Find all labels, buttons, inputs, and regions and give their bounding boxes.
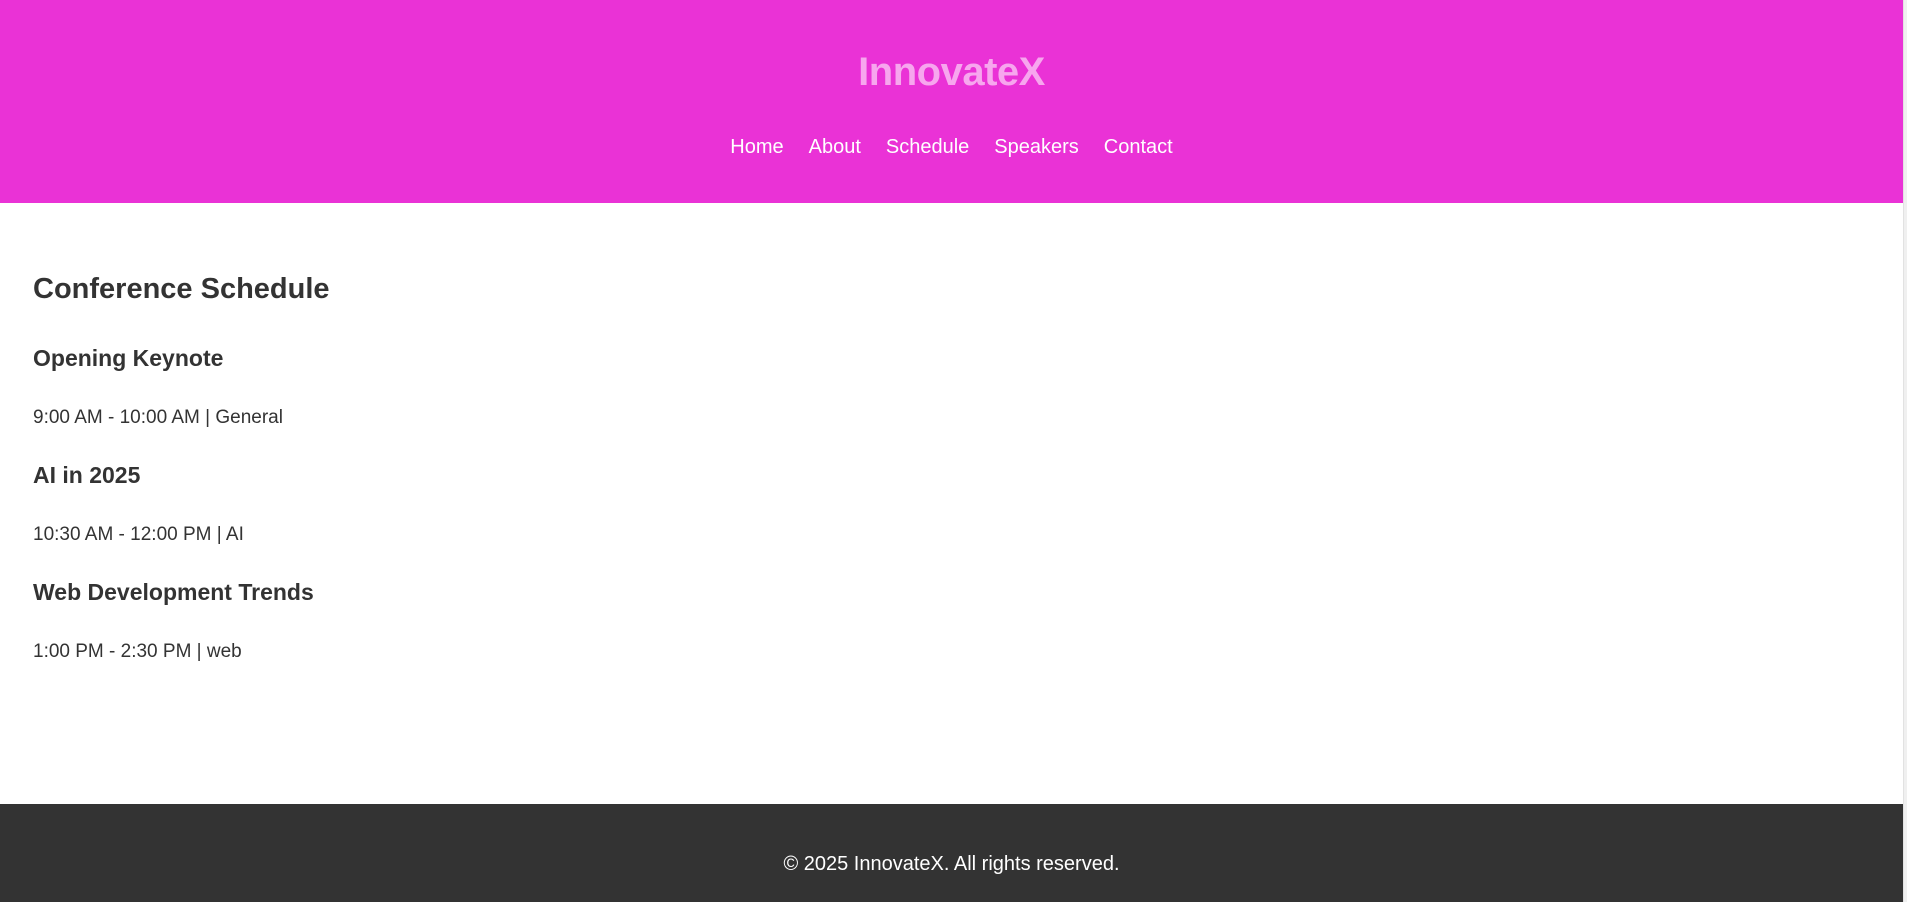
section-title: Conference Schedule: [33, 273, 330, 305]
site-title: InnovateX: [858, 50, 1045, 94]
main-nav: Home About Schedule Speakers Contact: [0, 134, 1903, 160]
site-header: InnovateX Home About Schedule Speakers C…: [0, 0, 1903, 203]
session-title: Web Development Trends: [33, 579, 314, 605]
scrollbar-track[interactable]: [1903, 0, 1907, 902]
session-title: AI in 2025: [33, 462, 141, 488]
session-title: Opening Keynote: [33, 345, 224, 371]
session-time: 1:00 PM - 2:30 PM | web: [33, 641, 242, 662]
page: InnovateX Home About Schedule Speakers C…: [0, 0, 1903, 902]
site-footer: © 2025 InnovateX. All rights reserved.: [0, 804, 1903, 902]
nav-link-home[interactable]: Home: [730, 134, 783, 160]
nav-link-contact[interactable]: Contact: [1104, 134, 1173, 160]
copyright-text: © 2025 InnovateX. All rights reserved.: [783, 853, 1120, 875]
session-time: 9:00 AM - 10:00 AM | General: [33, 407, 283, 428]
nav-link-speakers[interactable]: Speakers: [994, 134, 1079, 160]
nav-link-about[interactable]: About: [809, 134, 861, 160]
nav-link-schedule[interactable]: Schedule: [886, 134, 969, 160]
session-time: 10:30 AM - 12:00 PM | AI: [33, 524, 244, 545]
